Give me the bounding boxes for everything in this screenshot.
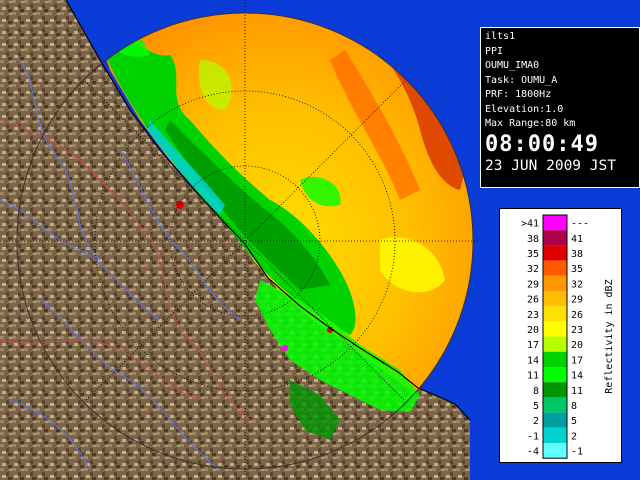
legend-swatch <box>543 306 567 322</box>
legend-upper-value: --- <box>571 219 589 230</box>
legend-lower-value: 26 <box>527 295 539 306</box>
legend-upper-value: 41 <box>571 234 583 245</box>
legend-swatch <box>543 367 567 383</box>
legend-upper-value: 8 <box>571 401 577 412</box>
legend-upper-value: -1 <box>571 447 583 458</box>
product-name: OUMU_IMA0 <box>485 60 540 71</box>
legend-swatch <box>543 443 567 459</box>
legend-lower-value: 23 <box>527 310 539 321</box>
legend-upper-value: 29 <box>571 295 583 306</box>
legend-upper-value: 11 <box>571 386 583 397</box>
reflectivity-legend: >41 --- 38 41 35 38 32 35 29 32 26 29 23 26 20 23 17 20 14… <box>499 208 622 463</box>
legend-lower-value: 38 <box>527 234 539 245</box>
task-label: Task: OUMU_A <box>485 74 558 86</box>
legend-lower-value: -1 <box>527 431 539 442</box>
legend-upper-value: 35 <box>571 264 583 275</box>
radar-name: ilts1 <box>485 31 516 42</box>
legend-swatch <box>543 245 567 261</box>
legend-swatch <box>543 275 567 291</box>
legend-swatch <box>543 427 567 443</box>
legend-colorbar: >41 --- 38 41 35 38 32 35 29 32 26 29 23 26 20 23 17 20 14… <box>521 214 615 459</box>
legend-swatch <box>543 291 567 307</box>
legend-swatch <box>543 397 567 413</box>
legend-swatch <box>543 382 567 398</box>
elevation-label: Elevation:1.0 <box>485 103 564 115</box>
radar-info-panel: ilts1 PPI OUMU_IMA0 Task: OUMU_A PRF: 18… <box>480 27 640 188</box>
legend-lower-value: 35 <box>527 249 539 260</box>
legend-axis-label: Reflectivity in dBZ <box>604 279 615 393</box>
legend-upper-value: 38 <box>571 249 583 260</box>
scan-type: PPI <box>485 45 504 57</box>
legend-lower-value: 5 <box>533 401 539 412</box>
legend-upper-value: 17 <box>571 355 583 366</box>
max-range-label: Max Range:80 km <box>485 118 576 129</box>
legend-upper-value: 2 <box>571 431 577 442</box>
legend-swatch <box>543 336 567 352</box>
legend-lower-value: 14 <box>527 355 539 366</box>
legend-lower-value: -4 <box>527 447 539 458</box>
legend-swatch <box>543 351 567 367</box>
legend-lower-value: >41 <box>521 219 539 230</box>
legend-lower-value: 20 <box>527 325 539 336</box>
legend-swatch <box>543 260 567 276</box>
legend-swatch <box>543 412 567 428</box>
legend-swatch <box>543 230 567 246</box>
legend-lower-value: 8 <box>533 386 539 397</box>
legend-upper-value: 14 <box>571 371 583 382</box>
legend-swatch <box>543 321 567 337</box>
scan-time: 08:00:49 <box>485 131 599 157</box>
land-echo-cell-3 <box>282 345 288 351</box>
legend-lower-value: 32 <box>527 264 539 275</box>
scan-date: 23 JUN 2009 JST <box>485 157 616 174</box>
legend-lower-value: 11 <box>527 371 539 382</box>
legend-lower-value: 2 <box>533 416 539 427</box>
land-echo-cell <box>176 201 184 209</box>
legend-upper-value: 23 <box>571 325 583 336</box>
legend-upper-value: 5 <box>571 416 577 427</box>
legend-upper-value: 32 <box>571 279 583 290</box>
legend-lower-value: 17 <box>527 340 539 351</box>
legend-upper-value: 26 <box>571 310 583 321</box>
prf-label: PRF: 1800Hz <box>485 89 552 100</box>
legend-swatch <box>543 215 567 231</box>
legend-upper-value: 20 <box>571 340 583 351</box>
legend-lower-value: 29 <box>527 279 539 290</box>
